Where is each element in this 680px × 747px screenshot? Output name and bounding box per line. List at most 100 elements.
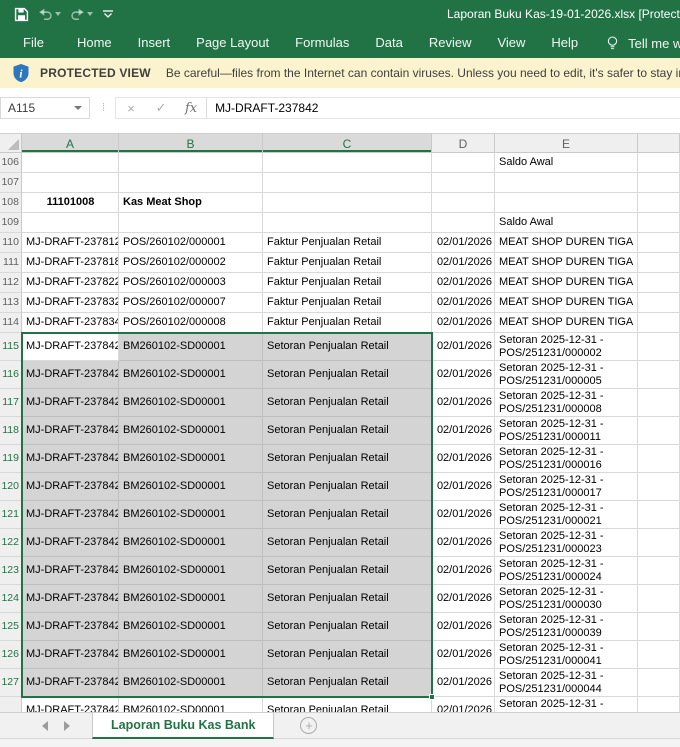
previous-sheet-icon[interactable] — [42, 721, 48, 731]
cell-B110[interactable]: POS/260102/000001 — [119, 233, 263, 253]
cell-Bx[interactable]: BM260102-SD00001 — [119, 697, 263, 712]
cell-D107[interactable] — [432, 173, 495, 193]
cell-D110[interactable]: 02/01/2026 — [432, 233, 495, 253]
cell-A107[interactable] — [22, 173, 119, 193]
cell-D119[interactable]: 02/01/2026 — [432, 445, 495, 473]
cell-E122[interactable]: Setoran 2025-12-31 - POS/251231/000023 — [495, 529, 638, 557]
cell-D113[interactable]: 02/01/2026 — [432, 293, 495, 313]
cell-B114[interactable]: POS/260102/000008 — [119, 313, 263, 333]
ribbon-tab-page-layout[interactable]: Page Layout — [183, 28, 282, 58]
insert-function-icon[interactable]: fx — [176, 101, 206, 116]
ribbon-tab-file[interactable]: File — [0, 28, 64, 58]
cell-B106[interactable] — [119, 153, 263, 173]
cell-F107[interactable] — [638, 173, 680, 193]
cell-A117[interactable]: MJ-DRAFT-237842 — [22, 389, 119, 417]
cell-D112[interactable]: 02/01/2026 — [432, 273, 495, 293]
cell-D126[interactable]: 02/01/2026 — [432, 641, 495, 669]
cell-E110[interactable]: MEAT SHOP DUREN TIGA — [495, 233, 638, 253]
cell-C116[interactable]: Setoran Penjualan Retail — [263, 361, 432, 389]
cell-Ex[interactable]: Setoran 2025-12-31 - — [495, 697, 638, 712]
cell-B109[interactable] — [119, 213, 263, 233]
cell-E112[interactable]: MEAT SHOP DUREN TIGA — [495, 273, 638, 293]
row-header-111[interactable]: 111 — [0, 253, 22, 273]
cell-F114[interactable] — [638, 313, 680, 333]
cell-E127[interactable]: Setoran 2025-12-31 - POS/251231/000044 — [495, 669, 638, 697]
cell-E123[interactable]: Setoran 2025-12-31 - POS/251231/000024 — [495, 557, 638, 585]
cell-E107[interactable] — [495, 173, 638, 193]
cell-A123[interactable]: MJ-DRAFT-237842 — [22, 557, 119, 585]
new-sheet-icon[interactable]: + — [300, 717, 317, 734]
cell-C120[interactable]: Setoran Penjualan Retail — [263, 473, 432, 501]
cell-C112[interactable]: Faktur Penjualan Retail — [263, 273, 432, 293]
cell-E109[interactable]: Saldo Awal — [495, 213, 638, 233]
cell-F118[interactable] — [638, 417, 680, 445]
undo-dropdown-icon[interactable] — [55, 12, 61, 16]
customize-quick-access-icon[interactable] — [102, 10, 114, 19]
cell-F119[interactable] — [638, 445, 680, 473]
cell-B124[interactable]: BM260102-SD00001 — [119, 585, 263, 613]
sheet-tab-laporan-buku-kas-bank[interactable]: Laporan Buku Kas Bank — [92, 713, 274, 739]
name-box[interactable]: A115 — [0, 97, 90, 119]
cell-C108[interactable] — [263, 193, 432, 213]
cell-F122[interactable] — [638, 529, 680, 557]
cell-F112[interactable] — [638, 273, 680, 293]
cell-B112[interactable]: POS/260102/000003 — [119, 273, 263, 293]
next-sheet-icon[interactable] — [64, 721, 70, 731]
cell-E119[interactable]: Setoran 2025-12-31 - POS/251231/000016 — [495, 445, 638, 473]
cell-B107[interactable] — [119, 173, 263, 193]
cell-A121[interactable]: MJ-DRAFT-237842 — [22, 501, 119, 529]
cell-F109[interactable] — [638, 213, 680, 233]
cell-F110[interactable] — [638, 233, 680, 253]
cell-A125[interactable]: MJ-DRAFT-237842 — [22, 613, 119, 641]
cell-C111[interactable]: Faktur Penjualan Retail — [263, 253, 432, 273]
ribbon-tab-view[interactable]: View — [484, 28, 538, 58]
cell-C107[interactable] — [263, 173, 432, 193]
cell-D117[interactable]: 02/01/2026 — [432, 389, 495, 417]
cell-A122[interactable]: MJ-DRAFT-237842 — [22, 529, 119, 557]
cell-A118[interactable]: MJ-DRAFT-237842 — [22, 417, 119, 445]
row-header-124[interactable]: 124 — [0, 585, 22, 613]
cell-F108[interactable] — [638, 193, 680, 213]
cell-A119[interactable]: MJ-DRAFT-237842 — [22, 445, 119, 473]
cell-Fx[interactable] — [638, 697, 680, 712]
row-header-113[interactable]: 113 — [0, 293, 22, 313]
ribbon-tab-review[interactable]: Review — [416, 28, 485, 58]
cell-B113[interactable]: POS/260102/000007 — [119, 293, 263, 313]
cell-Dx[interactable]: 02/01/2026 — [432, 697, 495, 712]
row-header-106[interactable]: 106 — [0, 153, 22, 173]
cell-D121[interactable]: 02/01/2026 — [432, 501, 495, 529]
cell-B119[interactable]: BM260102-SD00001 — [119, 445, 263, 473]
cell-C114[interactable]: Faktur Penjualan Retail — [263, 313, 432, 333]
ribbon-tab-data[interactable]: Data — [362, 28, 415, 58]
cell-B117[interactable]: BM260102-SD00001 — [119, 389, 263, 417]
cell-D120[interactable]: 02/01/2026 — [432, 473, 495, 501]
column-header-A[interactable]: A — [22, 134, 119, 153]
cell-E116[interactable]: Setoran 2025-12-31 - POS/251231/000005 — [495, 361, 638, 389]
name-box-dropdown-icon[interactable] — [74, 106, 82, 110]
select-all-button[interactable] — [0, 134, 22, 153]
cell-D109[interactable] — [432, 213, 495, 233]
cell-B127[interactable]: BM260102-SD00001 — [119, 669, 263, 697]
cell-D111[interactable]: 02/01/2026 — [432, 253, 495, 273]
cell-E114[interactable]: MEAT SHOP DUREN TIGA — [495, 313, 638, 333]
cell-F115[interactable] — [638, 333, 680, 361]
cell-E106[interactable]: Saldo Awal — [495, 153, 638, 173]
cell-A112[interactable]: MJ-DRAFT-237822 — [22, 273, 119, 293]
cancel-icon[interactable]: × — [116, 101, 146, 116]
row-header-partial[interactable] — [0, 697, 22, 712]
cell-D122[interactable]: 02/01/2026 — [432, 529, 495, 557]
cell-A116[interactable]: MJ-DRAFT-237842 — [22, 361, 119, 389]
row-header-119[interactable]: 119 — [0, 445, 22, 473]
cell-A114[interactable]: MJ-DRAFT-237834 — [22, 313, 119, 333]
cell-A115[interactable]: MJ-DRAFT-237842 — [22, 333, 119, 361]
cell-B111[interactable]: POS/260102/000002 — [119, 253, 263, 273]
row-header-116[interactable]: 116 — [0, 361, 22, 389]
row-header-121[interactable]: 121 — [0, 501, 22, 529]
row-header-118[interactable]: 118 — [0, 417, 22, 445]
cell-A111[interactable]: MJ-DRAFT-237818 — [22, 253, 119, 273]
row-header-108[interactable]: 108 — [0, 193, 22, 213]
column-header-F[interactable] — [638, 134, 680, 153]
cell-F121[interactable] — [638, 501, 680, 529]
cell-C123[interactable]: Setoran Penjualan Retail — [263, 557, 432, 585]
cell-B115[interactable]: BM260102-SD00001 — [119, 333, 263, 361]
